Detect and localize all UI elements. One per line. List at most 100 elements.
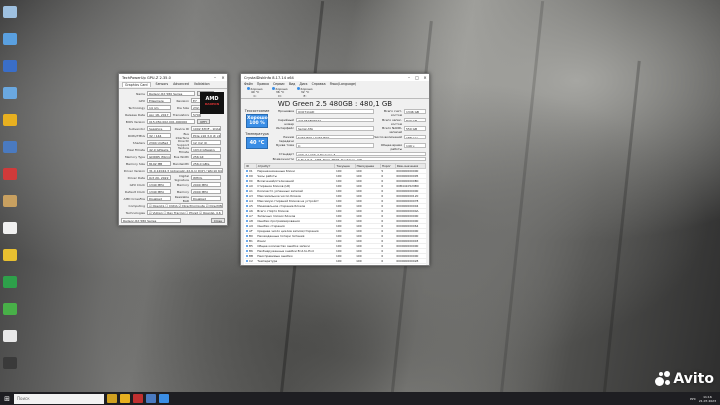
smart-cell-text: 100 bbox=[335, 229, 342, 233]
smart-cell-text: 100 bbox=[335, 214, 342, 218]
smart-cell-text: A3 bbox=[249, 194, 253, 198]
chrome-taskbar-icon[interactable] bbox=[120, 394, 130, 403]
close-icon[interactable]: × bbox=[421, 75, 429, 80]
table-row[interactable]: C7 Ошибки CRC 100 100 0 000000000000 bbox=[244, 263, 426, 266]
table-row[interactable]: 09 Часы работы 100 100 0 000000000095 bbox=[244, 173, 426, 179]
status-dot-icon bbox=[245, 224, 248, 227]
taskbar-search-input[interactable]: Поиск bbox=[14, 393, 104, 404]
app-icon-red[interactable] bbox=[3, 168, 17, 180]
gpuz-row-value: Radeon RX 580 Series bbox=[147, 91, 195, 96]
table-row[interactable]: C2 Температура 100 100 0 000000000028 bbox=[244, 258, 426, 264]
app-icon-green[interactable] bbox=[3, 276, 17, 288]
menu-item[interactable]: Справка bbox=[312, 82, 326, 86]
menu-item[interactable]: Диск bbox=[299, 82, 307, 86]
table-row[interactable]: B6 Необнаруженные ошибки End-to-End 100 100… bbox=[244, 248, 426, 254]
gpuz-row-label2: Die Size bbox=[176, 105, 189, 110]
smart-cell-text: BB bbox=[249, 254, 253, 258]
cdi-taskbar-icon[interactable] bbox=[159, 394, 169, 403]
avito-text: Avito bbox=[673, 371, 714, 387]
menu-item[interactable]: Файл bbox=[244, 82, 253, 86]
table-row[interactable]: B0 Неожиданные потери питания 100 100 0 00000… bbox=[244, 233, 426, 239]
info-label: Режим передачи bbox=[278, 134, 294, 143]
temperature-value[interactable]: 40 °C bbox=[246, 137, 268, 149]
smart-cell-text: C7 bbox=[249, 264, 253, 266]
drive-tab[interactable]: Хорошо 36 °C D: bbox=[269, 87, 291, 98]
explorer-icon[interactable] bbox=[107, 394, 117, 403]
maximize-icon[interactable]: □ bbox=[413, 75, 421, 80]
gpuz-row-value: Disabled bbox=[147, 196, 171, 201]
info-value: Serial ATA bbox=[296, 126, 374, 131]
smart-cell-text: A0 bbox=[249, 184, 253, 188]
tab-advanced[interactable]: Advanced bbox=[173, 82, 189, 87]
info-value: UC0711AD bbox=[296, 109, 374, 114]
smart-cell-text: 000000000000 bbox=[396, 234, 419, 238]
table-row[interactable]: A1 Количесто успешных записей 100 100 0 00000… bbox=[244, 188, 426, 194]
table-row[interactable]: AF Среднее число циклов записи/стирания 10… bbox=[244, 228, 426, 234]
recycle-bin-icon[interactable] bbox=[3, 6, 17, 18]
network-icon[interactable] bbox=[3, 87, 17, 99]
table-row[interactable]: BB Неисправимые ошибки 100 100 0 000000000000 bbox=[244, 253, 426, 259]
smart-cell-text: 0 bbox=[381, 244, 384, 248]
table-row[interactable]: B5 Общее количество ошибок записи 100 100 0 0… bbox=[244, 243, 426, 249]
chrome-icon[interactable] bbox=[3, 114, 17, 126]
gpuz-row-value: Oct 20, 2022 bbox=[147, 175, 171, 180]
drive-tab[interactable]: Хорошо 32 °C E: bbox=[294, 87, 316, 98]
table-row[interactable]: A6 Всего стёрто блоков 100 100 0 00000000000A bbox=[244, 208, 426, 214]
smart-cell-text: 0 bbox=[381, 234, 384, 238]
table-row[interactable]: A3 Максимальное число блоков 100 100 0 000000… bbox=[244, 193, 426, 199]
table-row[interactable]: 0C Включений/отключений 100 100 0 0000000000B… bbox=[244, 178, 426, 184]
menu-item[interactable]: Правка bbox=[257, 82, 269, 86]
gpu-select[interactable]: Radeon RX 580 Series bbox=[121, 218, 181, 223]
tray-language[interactable]: РУС bbox=[690, 397, 696, 401]
cdi-titlebar[interactable]: CrystalDiskInfo 8.17.14 x64 – □ × bbox=[241, 74, 429, 81]
yandex-icon[interactable] bbox=[3, 249, 17, 261]
app-icon-blue[interactable] bbox=[3, 60, 17, 72]
drive-tab[interactable]: Хорошо 40 °C C: bbox=[244, 87, 266, 98]
info-label2: Всего NAND-записей bbox=[382, 126, 402, 134]
cdi-window[interactable]: CrystalDiskInfo 8.17.14 x64 – □ × Файл Прав… bbox=[240, 73, 430, 266]
gpuz-uefi-button[interactable]: UEFI bbox=[197, 119, 210, 124]
menu-item[interactable]: Сервис bbox=[273, 82, 285, 86]
gpuz-row: Memory Size 8192 MB Bandwidth 256.0 GB/s bbox=[119, 160, 227, 167]
table-row[interactable]: A7 Запасных плохих блоков 100 100 0 000000000… bbox=[244, 213, 426, 219]
table-row[interactable]: 01 Переназначенные блоки 100 100 5 0000000000… bbox=[244, 168, 426, 174]
smart-cell-text: 0 bbox=[381, 174, 384, 178]
close-icon[interactable]: × bbox=[219, 75, 227, 80]
close-button[interactable]: Close bbox=[210, 218, 225, 223]
smart-cell-text: A4 bbox=[249, 199, 253, 203]
tab-sensors[interactable]: Sensors bbox=[156, 82, 169, 87]
table-row[interactable]: A8 Ошибки программирования 100 100 0 00000000… bbox=[244, 218, 426, 224]
gpuz-taskbar-icon[interactable] bbox=[146, 394, 156, 403]
minimize-icon[interactable]: – bbox=[405, 75, 413, 80]
table-row[interactable]: A4 Максимум стираний блоков на устройст 10… bbox=[244, 198, 426, 204]
smart-cell-text: 100 bbox=[335, 239, 342, 243]
menu-item[interactable]: Язык(Language) bbox=[330, 82, 357, 86]
minimize-icon[interactable]: – bbox=[211, 75, 219, 80]
health-status-box[interactable]: Хорошо 100 % bbox=[246, 114, 268, 128]
smart-cell-text: 000000000000 bbox=[396, 169, 419, 173]
app-icon-bag[interactable] bbox=[3, 195, 17, 207]
file-icon[interactable] bbox=[3, 222, 17, 234]
smart-cell-text: A9 bbox=[249, 224, 253, 228]
smart-cell-text: 100 bbox=[335, 219, 342, 223]
tab-validation[interactable]: Validation bbox=[194, 82, 210, 87]
gpuz-window[interactable]: TechPowerUp GPU-Z 2.35.0 – × Graphics Car… bbox=[118, 73, 228, 226]
info-label: Стандарт bbox=[278, 151, 294, 156]
tray-clock[interactable]: 11:16 21.07.2023 bbox=[699, 395, 716, 403]
tab-graphics-card[interactable]: Graphics Card bbox=[122, 82, 151, 87]
smart-cell-text: A1 bbox=[249, 189, 253, 193]
start-icon[interactable]: ⊞ bbox=[0, 392, 14, 405]
table-row[interactable]: A0 Стирание блоков (LR) 100 100 0 00B4410529B… bbox=[244, 183, 426, 189]
app-icon-shield[interactable] bbox=[3, 141, 17, 153]
table-row[interactable]: A9 Ошибки стирания 100 100 0 000000000064 bbox=[244, 223, 426, 229]
app-icon-dark[interactable] bbox=[3, 357, 17, 369]
gpuz-titlebar[interactable]: TechPowerUp GPU-Z 2.35.0 – × bbox=[119, 74, 227, 81]
menu-item[interactable]: Вид bbox=[289, 82, 295, 86]
computer-icon[interactable] bbox=[3, 33, 17, 45]
gpuz-row-value: Ellesmere bbox=[147, 98, 171, 103]
file-icon-2[interactable] bbox=[3, 330, 17, 342]
app-icon-green-2[interactable] bbox=[3, 303, 17, 315]
table-row[interactable]: A5 Минимальное стирание блоков 100 100 0 0000… bbox=[244, 203, 426, 209]
app-taskbar-icon-red[interactable] bbox=[133, 394, 143, 403]
smart-cell-text: 100 bbox=[335, 234, 342, 238]
